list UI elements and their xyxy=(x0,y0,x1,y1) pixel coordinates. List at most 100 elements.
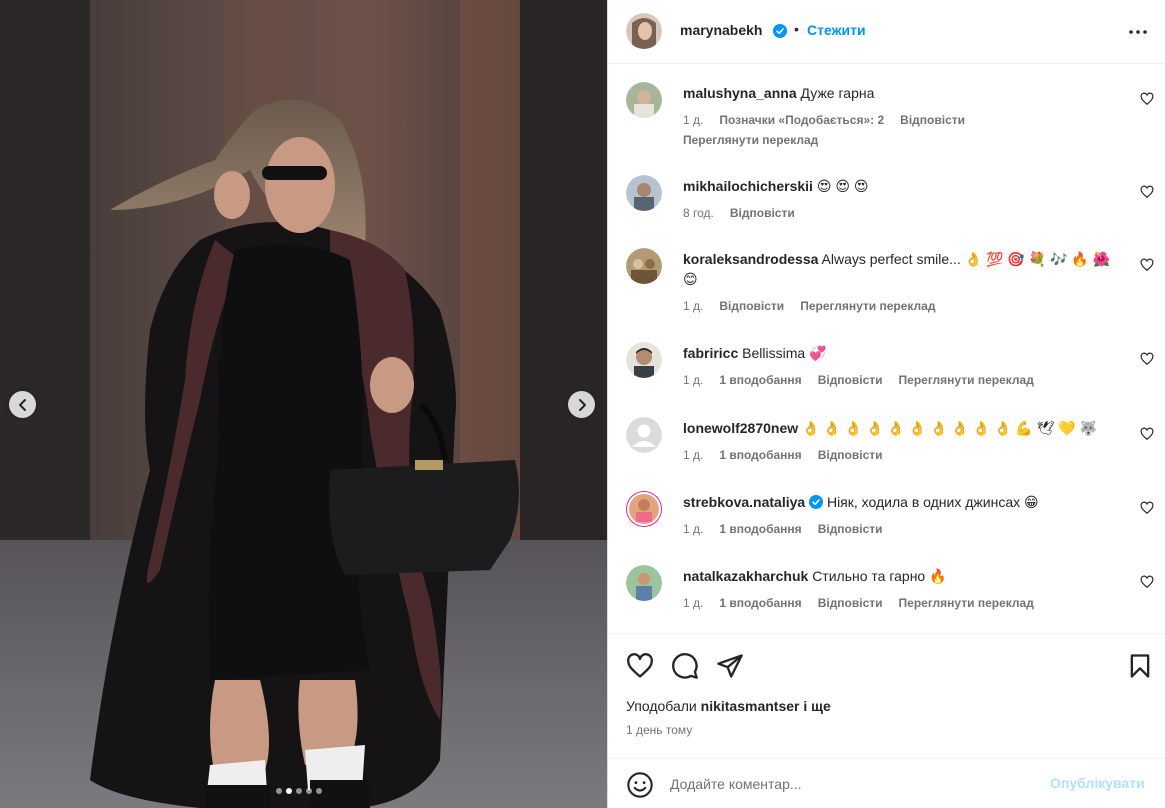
carousel-indicator xyxy=(276,788,322,794)
commenter-username[interactable]: mikhailochicherskii xyxy=(683,178,813,194)
comment-body: Ніяк, ходила в одних джинсах 😁 xyxy=(826,494,1039,510)
comment-meta: 1 д. 1 вподобання Відповісти xyxy=(683,448,883,462)
carousel-dot xyxy=(306,788,312,794)
see-translation-button[interactable]: Переглянути переклад xyxy=(683,133,818,147)
commenter-username[interactable]: lonewolf2870new xyxy=(683,420,798,436)
carousel-dot xyxy=(296,788,302,794)
comment-time[interactable]: 1 д. xyxy=(683,299,703,313)
comment-time[interactable]: 1 д. xyxy=(683,448,703,462)
see-translation-button[interactable]: Переглянути переклад xyxy=(800,299,935,313)
comment-text: koraleksandrodessa Always perfect smile.… xyxy=(683,249,1123,289)
heart-icon[interactable] xyxy=(1140,575,1154,589)
comment-likes[interactable]: 1 вподобання xyxy=(719,448,801,462)
more-horizontal-icon xyxy=(1129,30,1147,34)
commenter-username[interactable]: fabriricc xyxy=(683,345,738,361)
comment-time[interactable]: 1 д. xyxy=(683,113,703,127)
comments-list[interactable]: malushyna_anna Дуже гарна 1 д. Позначки … xyxy=(608,65,1165,633)
reply-button[interactable]: Відповісти xyxy=(730,206,795,220)
carousel-dot xyxy=(316,788,322,794)
liked-by-others[interactable]: і ще xyxy=(803,698,830,714)
reply-button[interactable]: Відповісти xyxy=(818,596,883,610)
liked-by-prefix: Уподобали xyxy=(626,698,697,714)
carousel-next-button[interactable] xyxy=(568,391,595,418)
comment-text: fabriricc Bellissima 💞 xyxy=(683,343,1123,363)
commenter-avatar[interactable] xyxy=(626,175,662,211)
comment-text: malushyna_anna Дуже гарна xyxy=(683,83,1123,103)
like-heart-icon[interactable] xyxy=(626,652,654,680)
carousel-prev-button[interactable] xyxy=(9,391,36,418)
publish-comment-button[interactable]: Опублікувати xyxy=(1050,775,1145,791)
comment-likes[interactable]: Позначки «Подобається»: 2 xyxy=(719,113,884,127)
commenter-avatar[interactable] xyxy=(626,565,662,601)
post-media[interactable] xyxy=(0,0,607,808)
comment-meta: 1 д. 1 вподобання Відповісти Переглянути… xyxy=(683,596,1034,610)
post-side-panel: marynabekh • Стежити malushyna_anna Дуже… xyxy=(607,0,1165,808)
instagram-post-modal: marynabekh • Стежити malushyna_anna Дуже… xyxy=(0,0,1165,808)
add-comment-bar: Опублікувати xyxy=(608,758,1165,808)
heart-icon[interactable] xyxy=(1140,352,1154,366)
comment-time[interactable]: 8 год. xyxy=(683,206,714,220)
comment-text: natalkazakharchuk Стильно та гарно 🔥 xyxy=(683,566,1123,586)
commenter-avatar[interactable] xyxy=(626,342,662,378)
comment-meta: 1 д. Позначки «Подобається»: 2 Відповіст… xyxy=(683,113,965,127)
reply-button[interactable]: Відповісти xyxy=(719,299,784,313)
see-translation-button[interactable]: Переглянути переклад xyxy=(899,596,1034,610)
comment-meta: 1 д. Відповісти Переглянути переклад xyxy=(683,299,935,313)
commenter-username[interactable]: strebkova.nataliya xyxy=(683,494,805,510)
author-avatar[interactable] xyxy=(626,13,662,49)
commenter-username[interactable]: koraleksandrodessa xyxy=(683,251,818,267)
commenter-username[interactable]: malushyna_anna xyxy=(683,85,797,101)
comment-likes[interactable]: 1 вподобання xyxy=(719,373,801,387)
post-photo xyxy=(0,0,607,808)
see-translation-button[interactable]: Переглянути переклад xyxy=(899,373,1034,387)
comment-text: mikhailochicherskii 😍 😍 😍 xyxy=(683,176,1123,196)
heart-icon[interactable] xyxy=(1140,258,1154,272)
commenter-avatar[interactable] xyxy=(626,417,662,453)
commenter-avatar[interactable] xyxy=(626,248,662,284)
reply-button[interactable]: Відповісти xyxy=(818,448,883,462)
comment-time[interactable]: 1 д. xyxy=(683,373,703,387)
comment-likes[interactable]: 1 вподобання xyxy=(719,596,801,610)
reply-button[interactable]: Відповісти xyxy=(818,373,883,387)
comment-body: Дуже гарна xyxy=(800,85,875,101)
verified-badge-icon xyxy=(773,23,787,39)
heart-icon[interactable] xyxy=(1140,427,1154,441)
more-options-button[interactable] xyxy=(1128,22,1148,42)
post-timestamp[interactable]: 1 день тому xyxy=(626,723,692,737)
commenter-avatar[interactable] xyxy=(626,82,662,118)
comment-time[interactable]: 1 д. xyxy=(683,596,703,610)
liked-by: Уподобали nikitasmantser і ще xyxy=(626,698,831,714)
comment-body: Стильно та гарно 🔥 xyxy=(812,568,947,584)
chevron-right-icon xyxy=(578,398,586,411)
commenter-avatar[interactable] xyxy=(626,491,662,527)
comment-body: 👌 👌 👌 👌 👌 👌 👌 👌 👌 👌 💪 🕊 💛 🐺 xyxy=(802,420,1097,436)
liked-by-username[interactable]: nikitasmantser xyxy=(701,698,800,714)
verified-badge-icon xyxy=(809,495,824,509)
comment-meta: 8 год. Відповісти xyxy=(683,206,795,220)
header-separator: • xyxy=(794,21,799,37)
comment-time[interactable]: 1 д. xyxy=(683,522,703,536)
reply-button[interactable]: Відповісти xyxy=(900,113,965,127)
heart-icon[interactable] xyxy=(1140,501,1154,515)
comment-text: strebkova.nataliya Ніяк, ходила в одних … xyxy=(683,492,1123,512)
author-username[interactable]: marynabekh xyxy=(680,22,762,38)
emoji-smile-icon[interactable] xyxy=(626,771,654,799)
comment-meta: 1 д. 1 вподобання Відповісти Переглянути… xyxy=(683,373,1034,387)
comment-bubble-icon[interactable] xyxy=(671,652,699,680)
heart-icon[interactable] xyxy=(1140,185,1154,199)
follow-button[interactable]: Стежити xyxy=(807,22,866,38)
comment-body: 😍 😍 😍 xyxy=(816,178,869,194)
save-bookmark-icon[interactable] xyxy=(1126,652,1154,680)
comment-likes[interactable]: 1 вподобання xyxy=(719,522,801,536)
comment-body: Bellissima 💞 xyxy=(742,345,827,361)
comment-input[interactable] xyxy=(670,772,1030,796)
commenter-username[interactable]: natalkazakharchuk xyxy=(683,568,808,584)
share-send-icon[interactable] xyxy=(716,652,744,680)
carousel-dot-active xyxy=(286,788,292,794)
comment-meta: 1 д. 1 вподобання Відповісти xyxy=(683,522,883,536)
chevron-left-icon xyxy=(18,398,26,411)
reply-button[interactable]: Відповісти xyxy=(818,522,883,536)
comment-text: lonewolf2870new 👌 👌 👌 👌 👌 👌 👌 👌 👌 👌 💪 🕊 … xyxy=(683,418,1123,438)
heart-icon[interactable] xyxy=(1140,92,1154,106)
carousel-dot xyxy=(276,788,282,794)
